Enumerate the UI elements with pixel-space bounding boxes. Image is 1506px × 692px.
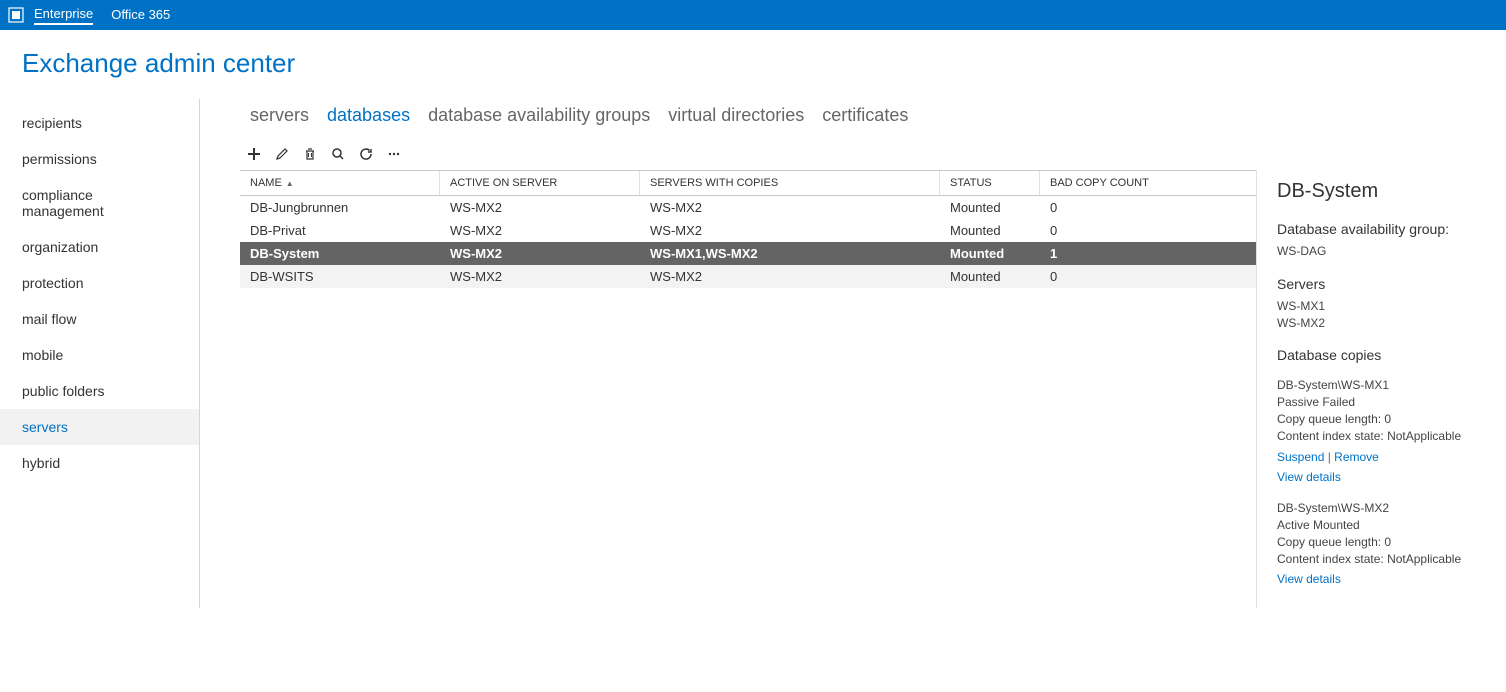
cell-status: Mounted <box>940 196 1040 219</box>
copy-queue: Copy queue length: 0 <box>1277 534 1486 551</box>
sidebar-item-organization[interactable]: organization <box>0 229 199 265</box>
col-bad[interactable]: BAD COPY COUNT <box>1040 171 1256 195</box>
dag-value: WS-DAG <box>1277 243 1486 260</box>
sidebar-item-publicfolders[interactable]: public folders <box>0 373 199 409</box>
copy-index: Content index state: NotApplicable <box>1277 551 1486 568</box>
page-title: Exchange admin center <box>0 30 1506 99</box>
top-link-enterprise[interactable]: Enterprise <box>34 6 93 25</box>
view-details-link[interactable]: View details <box>1277 572 1341 586</box>
details-title: DB-System <box>1277 180 1486 203</box>
add-icon[interactable] <box>246 146 262 162</box>
office-icon <box>8 7 24 23</box>
copy-block: DB-System\WS-MX1 Passive Failed Copy que… <box>1277 377 1486 486</box>
database-grid: NAME ACTIVE ON SERVER SERVERS WITH COPIE… <box>240 170 1256 608</box>
copy-state: Passive Failed <box>1277 394 1486 411</box>
copy-state: Active Mounted <box>1277 517 1486 534</box>
cell-name: DB-WSITS <box>240 265 440 288</box>
search-icon[interactable] <box>330 146 346 162</box>
sidebar-item-protection[interactable]: protection <box>0 265 199 301</box>
details-pane: DB-System Database availability group: W… <box>1256 170 1506 608</box>
copy-block: DB-System\WS-MX2 Active Mounted Copy que… <box>1277 500 1486 588</box>
cell-copies: WS-MX2 <box>640 265 940 288</box>
sidebar-item-recipients[interactable]: recipients <box>0 105 199 141</box>
col-active[interactable]: ACTIVE ON SERVER <box>440 171 640 195</box>
cell-active: WS-MX2 <box>440 196 640 219</box>
server-value: WS-MX1 <box>1277 298 1486 315</box>
tabs: servers databases database availability … <box>200 105 1506 146</box>
server-value: WS-MX2 <box>1277 315 1486 332</box>
top-bar: Enterprise Office 365 <box>0 0 1506 30</box>
cell-copies: WS-MX1,WS-MX2 <box>640 242 940 265</box>
sidebar: recipients permissions compliance manage… <box>0 99 200 608</box>
more-icon[interactable] <box>386 146 402 162</box>
view-details-link[interactable]: View details <box>1277 470 1341 484</box>
toolbar <box>200 146 1506 170</box>
cell-status: Mounted <box>940 219 1040 242</box>
tab-virtualdirectories[interactable]: virtual directories <box>668 105 804 126</box>
sidebar-item-permissions[interactable]: permissions <box>0 141 199 177</box>
main-content: servers databases database availability … <box>200 99 1506 608</box>
copy-name: DB-System\WS-MX2 <box>1277 500 1486 517</box>
col-name[interactable]: NAME <box>240 171 440 195</box>
cell-status: Mounted <box>940 242 1040 265</box>
dag-label: Database availability group: <box>1277 221 1486 237</box>
table-row[interactable]: DB-Privat WS-MX2 WS-MX2 Mounted 0 <box>240 219 1256 242</box>
copy-queue: Copy queue length: 0 <box>1277 411 1486 428</box>
cell-bad: 0 <box>1040 219 1256 242</box>
table-row[interactable]: DB-System WS-MX2 WS-MX1,WS-MX2 Mounted 1 <box>240 242 1256 265</box>
copy-name: DB-System\WS-MX1 <box>1277 377 1486 394</box>
suspend-link[interactable]: Suspend <box>1277 450 1324 464</box>
cell-active: WS-MX2 <box>440 265 640 288</box>
refresh-icon[interactable] <box>358 146 374 162</box>
cell-copies: WS-MX2 <box>640 196 940 219</box>
table-row[interactable]: DB-Jungbrunnen WS-MX2 WS-MX2 Mounted 0 <box>240 196 1256 219</box>
cell-bad: 0 <box>1040 196 1256 219</box>
copies-label: Database copies <box>1277 347 1486 363</box>
edit-icon[interactable] <box>274 146 290 162</box>
sidebar-item-servers[interactable]: servers <box>0 409 199 445</box>
sidebar-item-compliance[interactable]: compliance management <box>0 177 199 229</box>
tab-dag[interactable]: database availability groups <box>428 105 650 126</box>
copy-index: Content index state: NotApplicable <box>1277 428 1486 445</box>
cell-name: DB-Jungbrunnen <box>240 196 440 219</box>
grid-header: NAME ACTIVE ON SERVER SERVERS WITH COPIE… <box>240 171 1256 196</box>
cell-name: DB-System <box>240 242 440 265</box>
top-link-office365[interactable]: Office 365 <box>111 7 170 24</box>
tab-databases[interactable]: databases <box>327 105 410 126</box>
col-status[interactable]: STATUS <box>940 171 1040 195</box>
cell-active: WS-MX2 <box>440 242 640 265</box>
table-row[interactable]: DB-WSITS WS-MX2 WS-MX2 Mounted 0 <box>240 265 1256 288</box>
tab-servers[interactable]: servers <box>250 105 309 126</box>
cell-status: Mounted <box>940 265 1040 288</box>
cell-bad: 0 <box>1040 265 1256 288</box>
delete-icon[interactable] <box>302 146 318 162</box>
tab-certificates[interactable]: certificates <box>822 105 908 126</box>
cell-name: DB-Privat <box>240 219 440 242</box>
servers-label: Servers <box>1277 276 1486 292</box>
sidebar-item-mailflow[interactable]: mail flow <box>0 301 199 337</box>
cell-bad: 1 <box>1040 242 1256 265</box>
col-copies[interactable]: SERVERS WITH COPIES <box>640 171 940 195</box>
remove-link[interactable]: Remove <box>1334 450 1379 464</box>
sidebar-item-mobile[interactable]: mobile <box>0 337 199 373</box>
sidebar-item-hybrid[interactable]: hybrid <box>0 445 199 481</box>
cell-copies: WS-MX2 <box>640 219 940 242</box>
cell-active: WS-MX2 <box>440 219 640 242</box>
